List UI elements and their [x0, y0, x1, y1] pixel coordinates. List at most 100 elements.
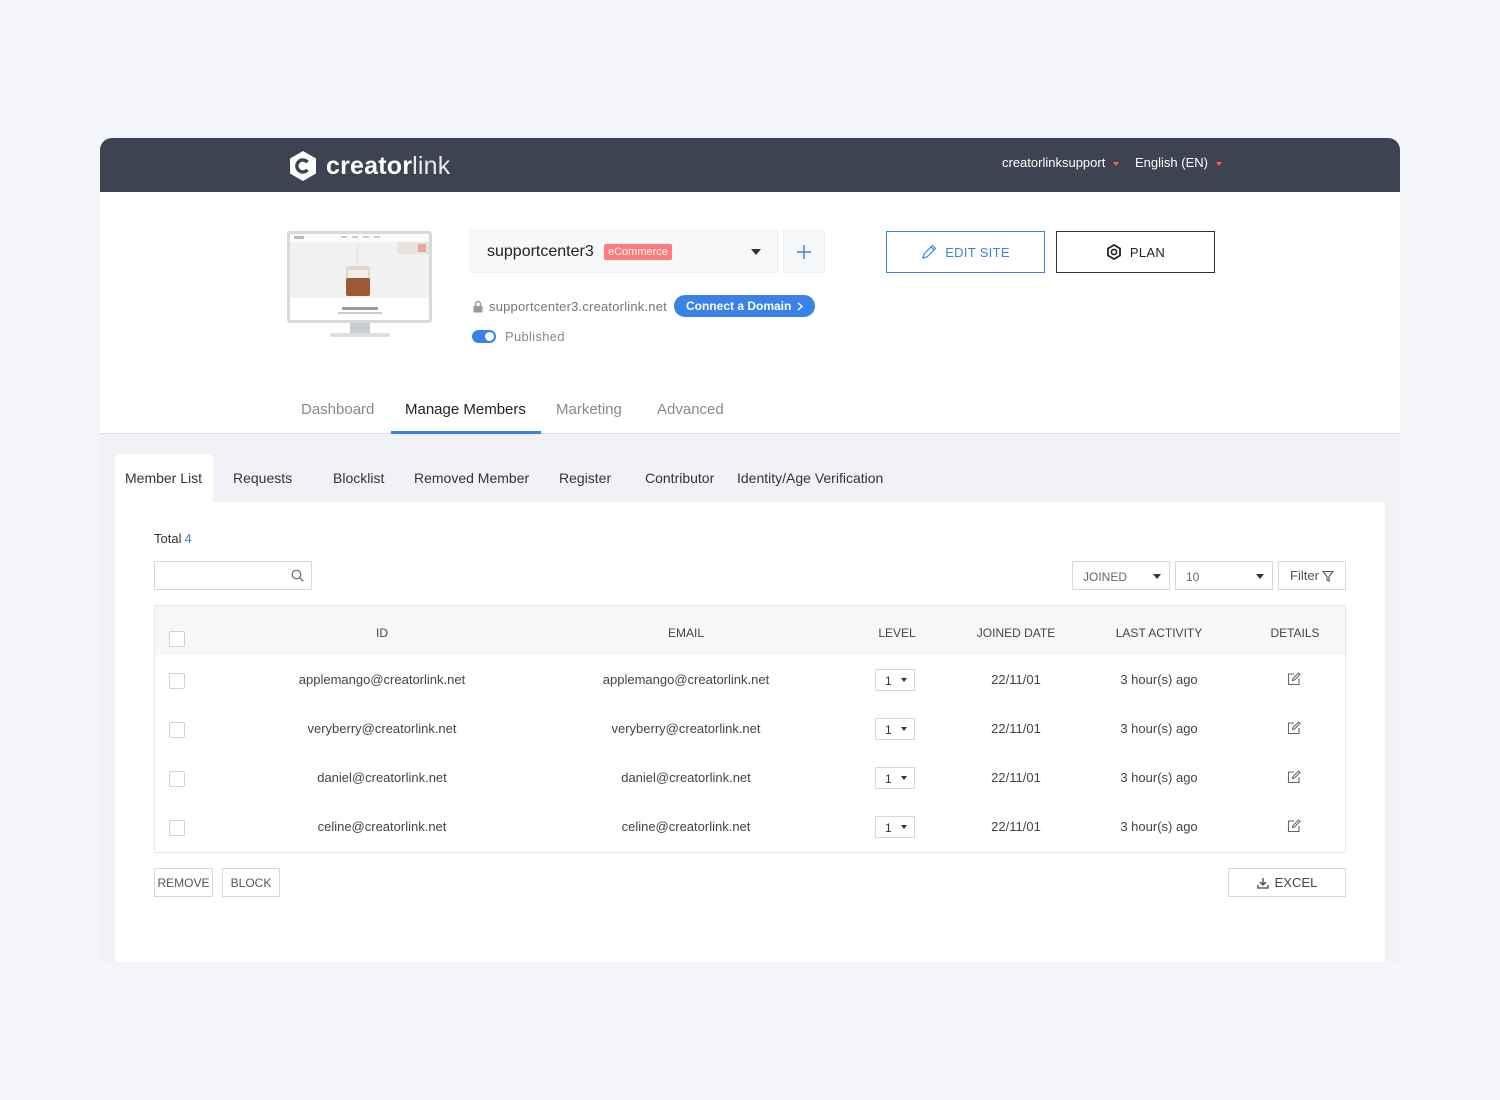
row-checkbox[interactable] [169, 722, 185, 738]
plan-button[interactable]: PLAN [1056, 231, 1215, 273]
page-size-select[interactable]: 10 [1175, 561, 1273, 590]
site-selector[interactable]: supportcenter3 eCommerce [470, 230, 778, 273]
connect-domain-button[interactable]: Connect a Domain [673, 295, 815, 317]
gear-icon [1107, 244, 1121, 260]
tab-marketing[interactable]: Marketing [556, 401, 622, 418]
member-id: celine@creatorlink.net [317, 819, 447, 834]
level-value: 1 [885, 772, 892, 786]
site-url[interactable]: supportcenter3.creatorlink.net [489, 299, 667, 314]
brand-name-bold: creator [326, 151, 413, 180]
caret-down-icon [901, 678, 907, 682]
brand-name-light: link [412, 151, 451, 180]
block-button[interactable]: BLOCK [222, 868, 280, 897]
caret-down-icon [1153, 574, 1161, 579]
language-menu[interactable]: English (EN) [1135, 155, 1222, 170]
subtab-member-list[interactable]: Member List [125, 470, 202, 486]
member-email: veryberry@creatorlink.net [611, 721, 761, 736]
last-activity: 3 hour(s) ago [1120, 672, 1198, 687]
edit-site-label: EDIT SITE [945, 244, 1010, 260]
plan-label: PLAN [1129, 244, 1166, 260]
member-total: Total 4 [154, 531, 192, 546]
site-thumbnail[interactable] [286, 230, 434, 342]
filter-icon [1321, 570, 1334, 582]
app-window: creatorlink creatorlinksupport English (… [100, 138, 1400, 962]
excel-label: EXCEL [1274, 875, 1318, 890]
brand-logo[interactable]: creatorlink [288, 150, 450, 182]
subtab-contributor[interactable]: Contributor [645, 470, 714, 486]
subtab-removed-member[interactable]: Removed Member [414, 470, 529, 486]
site-url-row: supportcenter3.creatorlink.net Connect a… [473, 294, 815, 318]
remove-label: REMOVE [157, 875, 210, 890]
block-label: BLOCK [230, 875, 272, 890]
column-header-id[interactable]: ID [376, 626, 388, 640]
subtab-requests[interactable]: Requests [233, 470, 292, 486]
joined-date: 22/11/01 [991, 770, 1041, 785]
excel-export-button[interactable]: EXCEL [1228, 868, 1346, 897]
subtab-register[interactable]: Register [559, 470, 611, 486]
publish-toggle[interactable] [472, 330, 496, 343]
sort-select[interactable]: JOINED [1072, 561, 1170, 590]
column-header-email[interactable]: EMAIL [668, 626, 704, 640]
caret-down-icon [901, 776, 907, 780]
top-bar: creatorlink creatorlinksupport English (… [100, 138, 1400, 192]
member-id: veryberry@creatorlink.net [307, 721, 457, 736]
table-row: celine@creatorlink.net celine@creatorlin… [155, 802, 1345, 851]
total-count: 4 [184, 531, 192, 546]
select-all-checkbox[interactable] [169, 631, 185, 647]
brand-name: creatorlink [326, 152, 450, 181]
caret-down-icon [901, 825, 907, 829]
column-header-level[interactable]: LEVEL [878, 626, 915, 640]
filter-button[interactable]: Filter [1278, 561, 1346, 590]
main-tab-bar: Dashboard Manage Members Marketing Advan… [100, 390, 1400, 434]
page-size-value: 10 [1186, 570, 1200, 584]
edit-icon[interactable] [1287, 770, 1301, 784]
column-header-last-activity[interactable]: LAST ACTIVITY [1116, 626, 1202, 640]
publish-status: Published [472, 329, 565, 344]
column-header-joined-date[interactable]: JOINED DATE [977, 626, 1055, 640]
subtab-blocklist[interactable]: Blocklist [333, 470, 384, 486]
caret-down-icon [1215, 161, 1222, 166]
row-checkbox[interactable] [169, 820, 185, 836]
member-search-input[interactable] [154, 561, 312, 590]
subtab-identity-age-verification[interactable]: Identity/Age Verification [737, 470, 883, 486]
tab-manage-members[interactable]: Manage Members [405, 401, 526, 418]
tab-dashboard[interactable]: Dashboard [301, 401, 374, 418]
sort-value: JOINED [1083, 570, 1128, 584]
last-activity: 3 hour(s) ago [1120, 721, 1198, 736]
lock-icon [473, 300, 483, 312]
member-id: daniel@creatorlink.net [317, 770, 447, 785]
filter-label: Filter [1290, 568, 1319, 583]
table-row: applemango@creatorlink.net applemango@cr… [155, 655, 1345, 704]
account-name: creatorlinksupport [1002, 155, 1106, 170]
caret-down-icon [1256, 574, 1264, 579]
edit-icon[interactable] [1287, 721, 1301, 735]
caret-down-icon [901, 727, 907, 731]
row-checkbox[interactable] [169, 771, 185, 787]
caret-down-icon [751, 249, 761, 255]
table-header: ID EMAIL LEVEL JOINED DATE LAST ACTIVITY… [155, 606, 1345, 655]
search-icon [291, 569, 304, 582]
member-email: applemango@creatorlink.net [602, 672, 770, 687]
total-label: Total [154, 531, 182, 546]
member-email: celine@creatorlink.net [621, 819, 751, 834]
level-select[interactable]: 1 [875, 718, 915, 740]
level-select[interactable]: 1 [875, 669, 915, 691]
joined-date: 22/11/01 [991, 672, 1041, 687]
table-row: daniel@creatorlink.net daniel@creatorlin… [155, 753, 1345, 802]
remove-button[interactable]: REMOVE [154, 868, 213, 897]
edit-icon[interactable] [1287, 672, 1301, 686]
add-site-button[interactable] [783, 230, 825, 273]
logo-icon [290, 151, 316, 181]
row-checkbox[interactable] [169, 673, 185, 689]
caret-down-icon [1113, 161, 1120, 166]
edit-site-button[interactable]: EDIT SITE [886, 231, 1045, 273]
edit-icon[interactable] [1287, 819, 1301, 833]
level-value: 1 [885, 723, 892, 737]
level-select[interactable]: 1 [875, 816, 915, 838]
site-name: supportcenter3 [487, 243, 594, 260]
last-activity: 3 hour(s) ago [1120, 819, 1198, 834]
level-select[interactable]: 1 [875, 767, 915, 789]
joined-date: 22/11/01 [991, 721, 1041, 736]
account-menu[interactable]: creatorlinksupport [1002, 155, 1120, 170]
tab-advanced[interactable]: Advanced [657, 401, 724, 418]
